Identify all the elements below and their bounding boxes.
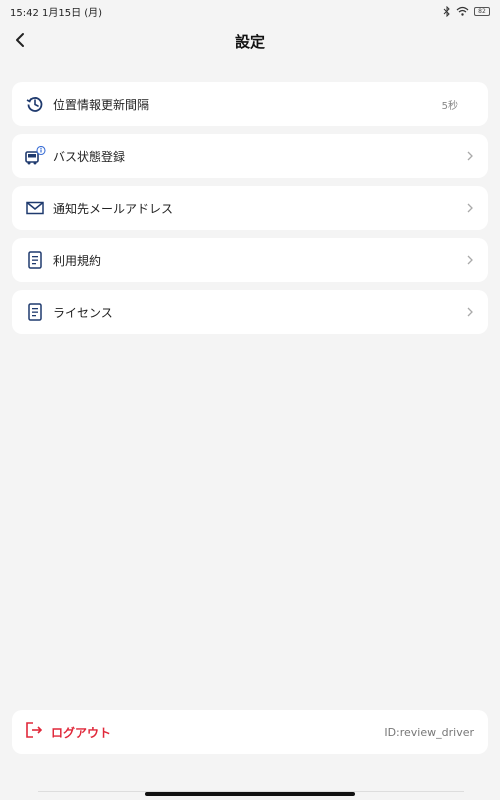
status-icons: 82	[443, 5, 490, 17]
menu-item-notification-email[interactable]: 通知先メールアドレス	[12, 186, 488, 230]
chevron-right-icon	[464, 150, 476, 162]
status-bar: 15:42 1月15日 (月) 82	[0, 0, 500, 22]
logout-icon	[25, 721, 43, 743]
menu-item-license[interactable]: ライセンス	[12, 290, 488, 334]
document-icon	[24, 301, 46, 323]
status-datetime: 15:42 1月15日 (月)	[10, 7, 103, 19]
menu-item-label: バス状態登録	[53, 149, 126, 164]
mail-icon	[24, 197, 46, 219]
menu-item-label: 位置情報更新間隔	[53, 97, 150, 112]
settings-menu: 位置情報更新間隔 5秒 バス状態登録 通知先メールアドレス 利用規約 ライセンス	[12, 82, 488, 334]
battery-icon: 82	[474, 6, 490, 16]
logout-label: ログアウト	[51, 725, 112, 740]
chevron-right-icon	[464, 254, 476, 266]
app-header: 設定	[0, 24, 500, 58]
bluetooth-icon	[443, 5, 450, 17]
back-button[interactable]	[6, 26, 34, 54]
user-id-label: ID:review_driver	[384, 725, 474, 739]
menu-item-label: ライセンス	[53, 305, 113, 320]
menu-item-terms[interactable]: 利用規約	[12, 238, 488, 282]
chevron-right-icon	[464, 306, 476, 318]
logout-button[interactable]: ログアウト ID:review_driver	[12, 710, 488, 754]
menu-item-label: 通知先メールアドレス	[53, 201, 174, 216]
page-title: 設定	[234, 32, 265, 51]
menu-item-value: 5秒	[441, 100, 458, 112]
bus-info-icon	[24, 145, 46, 167]
chevron-right-icon	[464, 202, 476, 214]
menu-item-location-interval[interactable]: 位置情報更新間隔 5秒	[12, 82, 488, 126]
home-indicator[interactable]	[145, 792, 355, 796]
wifi-icon	[456, 6, 469, 16]
menu-item-bus-status[interactable]: バス状態登録	[12, 134, 488, 178]
battery-level: 82	[478, 7, 486, 15]
document-icon	[24, 249, 46, 271]
chevron-left-icon	[16, 33, 24, 47]
menu-item-label: 利用規約	[53, 253, 102, 268]
history-clock-icon	[24, 93, 46, 115]
